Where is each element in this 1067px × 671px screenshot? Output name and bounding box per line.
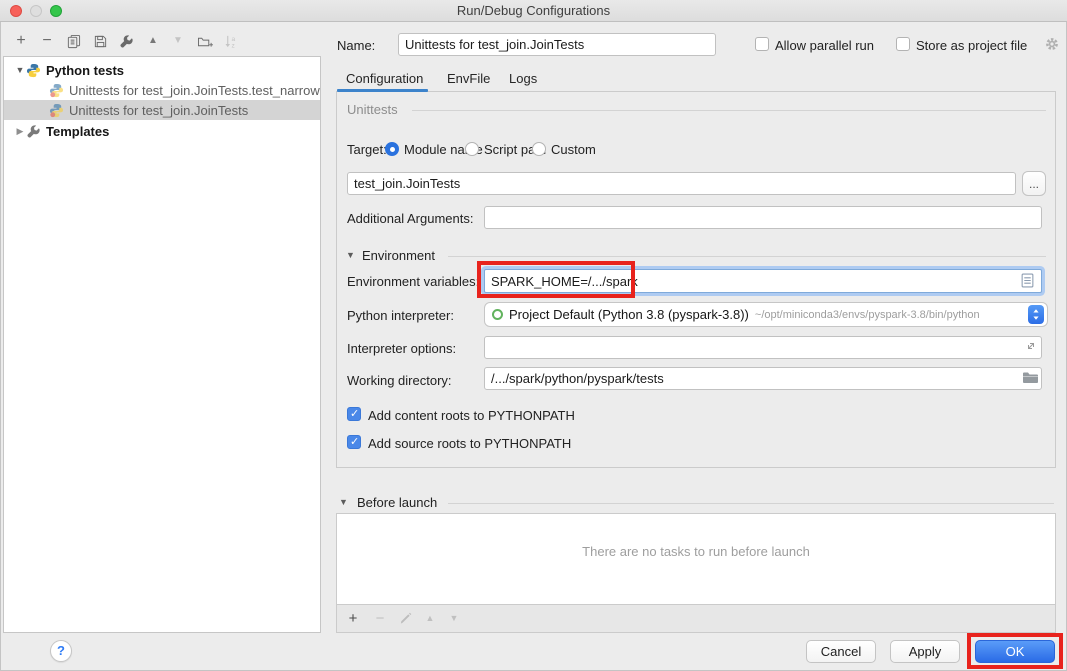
remove-configuration-icon[interactable]: − — [38, 32, 56, 50]
name-label: Name: — [337, 38, 375, 53]
tab-logs[interactable]: Logs — [509, 71, 537, 86]
working-directory-input[interactable] — [484, 367, 1042, 390]
run-debug-configurations-dialog: Run/Debug Configurations + − ▲ ▼ — [0, 0, 1067, 671]
move-up-icon[interactable]: ▲ — [144, 32, 162, 50]
source-roots-label[interactable]: Add source roots to PYTHONPATH — [368, 436, 571, 451]
minimize-window-button[interactable] — [30, 5, 42, 17]
copy-configuration-icon[interactable] — [64, 32, 82, 50]
expand-field-icon[interactable] — [1024, 339, 1038, 353]
add-configuration-icon[interactable]: + — [12, 32, 30, 50]
edit-task-icon[interactable] — [397, 610, 413, 626]
additional-arguments-input[interactable] — [484, 206, 1042, 229]
env-vars-list-icon[interactable] — [1021, 273, 1034, 288]
before-launch-collapse-icon[interactable] — [339, 497, 348, 507]
before-launch-task-list: There are no tasks to run before launch … — [336, 513, 1056, 633]
target-label: Target: — [347, 142, 387, 157]
allow-parallel-run-label[interactable]: Allow parallel run — [775, 38, 874, 53]
move-task-down-icon[interactable]: ▼ — [446, 610, 462, 626]
configurations-tree: Python tests Unittests for test_join.Joi… — [3, 56, 321, 633]
before-launch-toolbar: + − ▲ ▼ — [337, 604, 1055, 632]
section-divider — [448, 503, 1054, 504]
move-down-icon[interactable]: ▼ — [169, 32, 187, 50]
apply-button[interactable]: Apply — [890, 640, 960, 663]
tree-item-templates[interactable]: Templates — [4, 121, 320, 141]
before-launch-empty-text: There are no tasks to run before launch — [337, 544, 1055, 559]
radio-custom[interactable] — [532, 142, 546, 156]
additional-arguments-label: Additional Arguments: — [347, 211, 473, 226]
annotation-env-vars-highlight — [477, 261, 635, 298]
remove-task-icon[interactable]: − — [372, 610, 388, 626]
python-interpreter-select[interactable]: Project Default (Python 3.8 (pyspark-3.8… — [484, 302, 1048, 327]
content-roots-label[interactable]: Add content roots to PYTHONPATH — [368, 408, 575, 423]
allow-parallel-run-checkbox[interactable] — [755, 37, 769, 51]
cancel-button[interactable]: Cancel — [806, 640, 876, 663]
interpreter-stepper-icon[interactable] — [1028, 305, 1044, 324]
chevron-down-icon[interactable] — [14, 65, 26, 75]
store-as-project-file-label[interactable]: Store as project file — [916, 38, 1027, 53]
zoom-window-button[interactable] — [50, 5, 62, 17]
environment-variables-label: Environment variables: — [347, 274, 479, 289]
tree-item-label: Unittests for test_join.JoinTests — [69, 103, 248, 118]
tab-configuration[interactable]: Configuration — [346, 71, 423, 86]
interpreter-path: ~/opt/miniconda3/envs/pyspark-3.8/bin/py… — [755, 309, 980, 321]
chevron-right-icon[interactable] — [14, 126, 26, 137]
close-window-button[interactable] — [10, 5, 22, 17]
window-title: Run/Debug Configurations — [457, 3, 610, 18]
interpreter-value: Project Default (Python 3.8 (pyspark-3.8… — [509, 307, 749, 322]
help-button[interactable]: ? — [50, 640, 72, 662]
radio-script-path[interactable] — [465, 142, 479, 156]
python-test-icon — [49, 83, 64, 98]
wrench-icon — [26, 124, 41, 139]
active-tab-underline — [337, 89, 428, 92]
before-launch-title[interactable]: Before launch — [357, 495, 437, 510]
tree-item-test-narrow[interactable]: Unittests for test_join.JoinTests.test_n… — [4, 80, 320, 100]
gear-icon[interactable] — [1044, 36, 1060, 52]
store-as-project-file-checkbox[interactable] — [896, 37, 910, 51]
browse-button[interactable]: ... — [1022, 171, 1046, 196]
edit-templates-icon[interactable] — [117, 32, 135, 50]
source-roots-checkbox[interactable] — [347, 435, 361, 449]
move-task-up-icon[interactable]: ▲ — [422, 610, 438, 626]
interpreter-options-input[interactable] — [484, 336, 1042, 359]
content-roots-checkbox[interactable] — [347, 407, 361, 421]
sort-alphabetically-icon[interactable]: a z — [222, 32, 240, 50]
tree-item-label: Python tests — [46, 63, 124, 78]
radio-module-name[interactable] — [385, 142, 399, 156]
environment-collapse-icon[interactable] — [346, 250, 355, 260]
tree-item-label: Unittests for test_join.JoinTests.test_n… — [69, 83, 320, 98]
working-directory-label: Working directory: — [347, 373, 452, 388]
python-interpreter-label: Python interpreter: — [347, 308, 454, 323]
folder-icon[interactable] — [1022, 371, 1038, 385]
radio-custom-label[interactable]: Custom — [551, 142, 596, 157]
save-configuration-icon[interactable] — [91, 32, 109, 50]
title-bar: Run/Debug Configurations — [0, 0, 1067, 22]
module-name-input[interactable] — [347, 172, 1016, 195]
new-folder-icon[interactable] — [196, 32, 214, 50]
annotation-ok-button-highlight — [967, 633, 1063, 669]
python-icon — [26, 63, 41, 78]
name-input[interactable] — [398, 33, 716, 56]
interpreter-options-label: Interpreter options: — [347, 341, 456, 356]
tree-item-label: Templates — [46, 124, 109, 139]
tab-envfile[interactable]: EnvFile — [447, 71, 490, 86]
unittests-group-title: Unittests — [347, 102, 398, 117]
tree-item-python-tests[interactable]: Python tests — [4, 60, 320, 80]
svg-text:z: z — [231, 42, 234, 48]
section-divider — [448, 256, 1046, 257]
group-divider — [412, 110, 1046, 111]
environment-section-title[interactable]: Environment — [362, 248, 435, 263]
conda-env-icon — [492, 309, 503, 320]
tree-item-jointests-selected[interactable]: Unittests for test_join.JoinTests — [4, 100, 320, 120]
python-test-icon — [49, 103, 64, 118]
add-task-icon[interactable]: + — [345, 610, 361, 626]
